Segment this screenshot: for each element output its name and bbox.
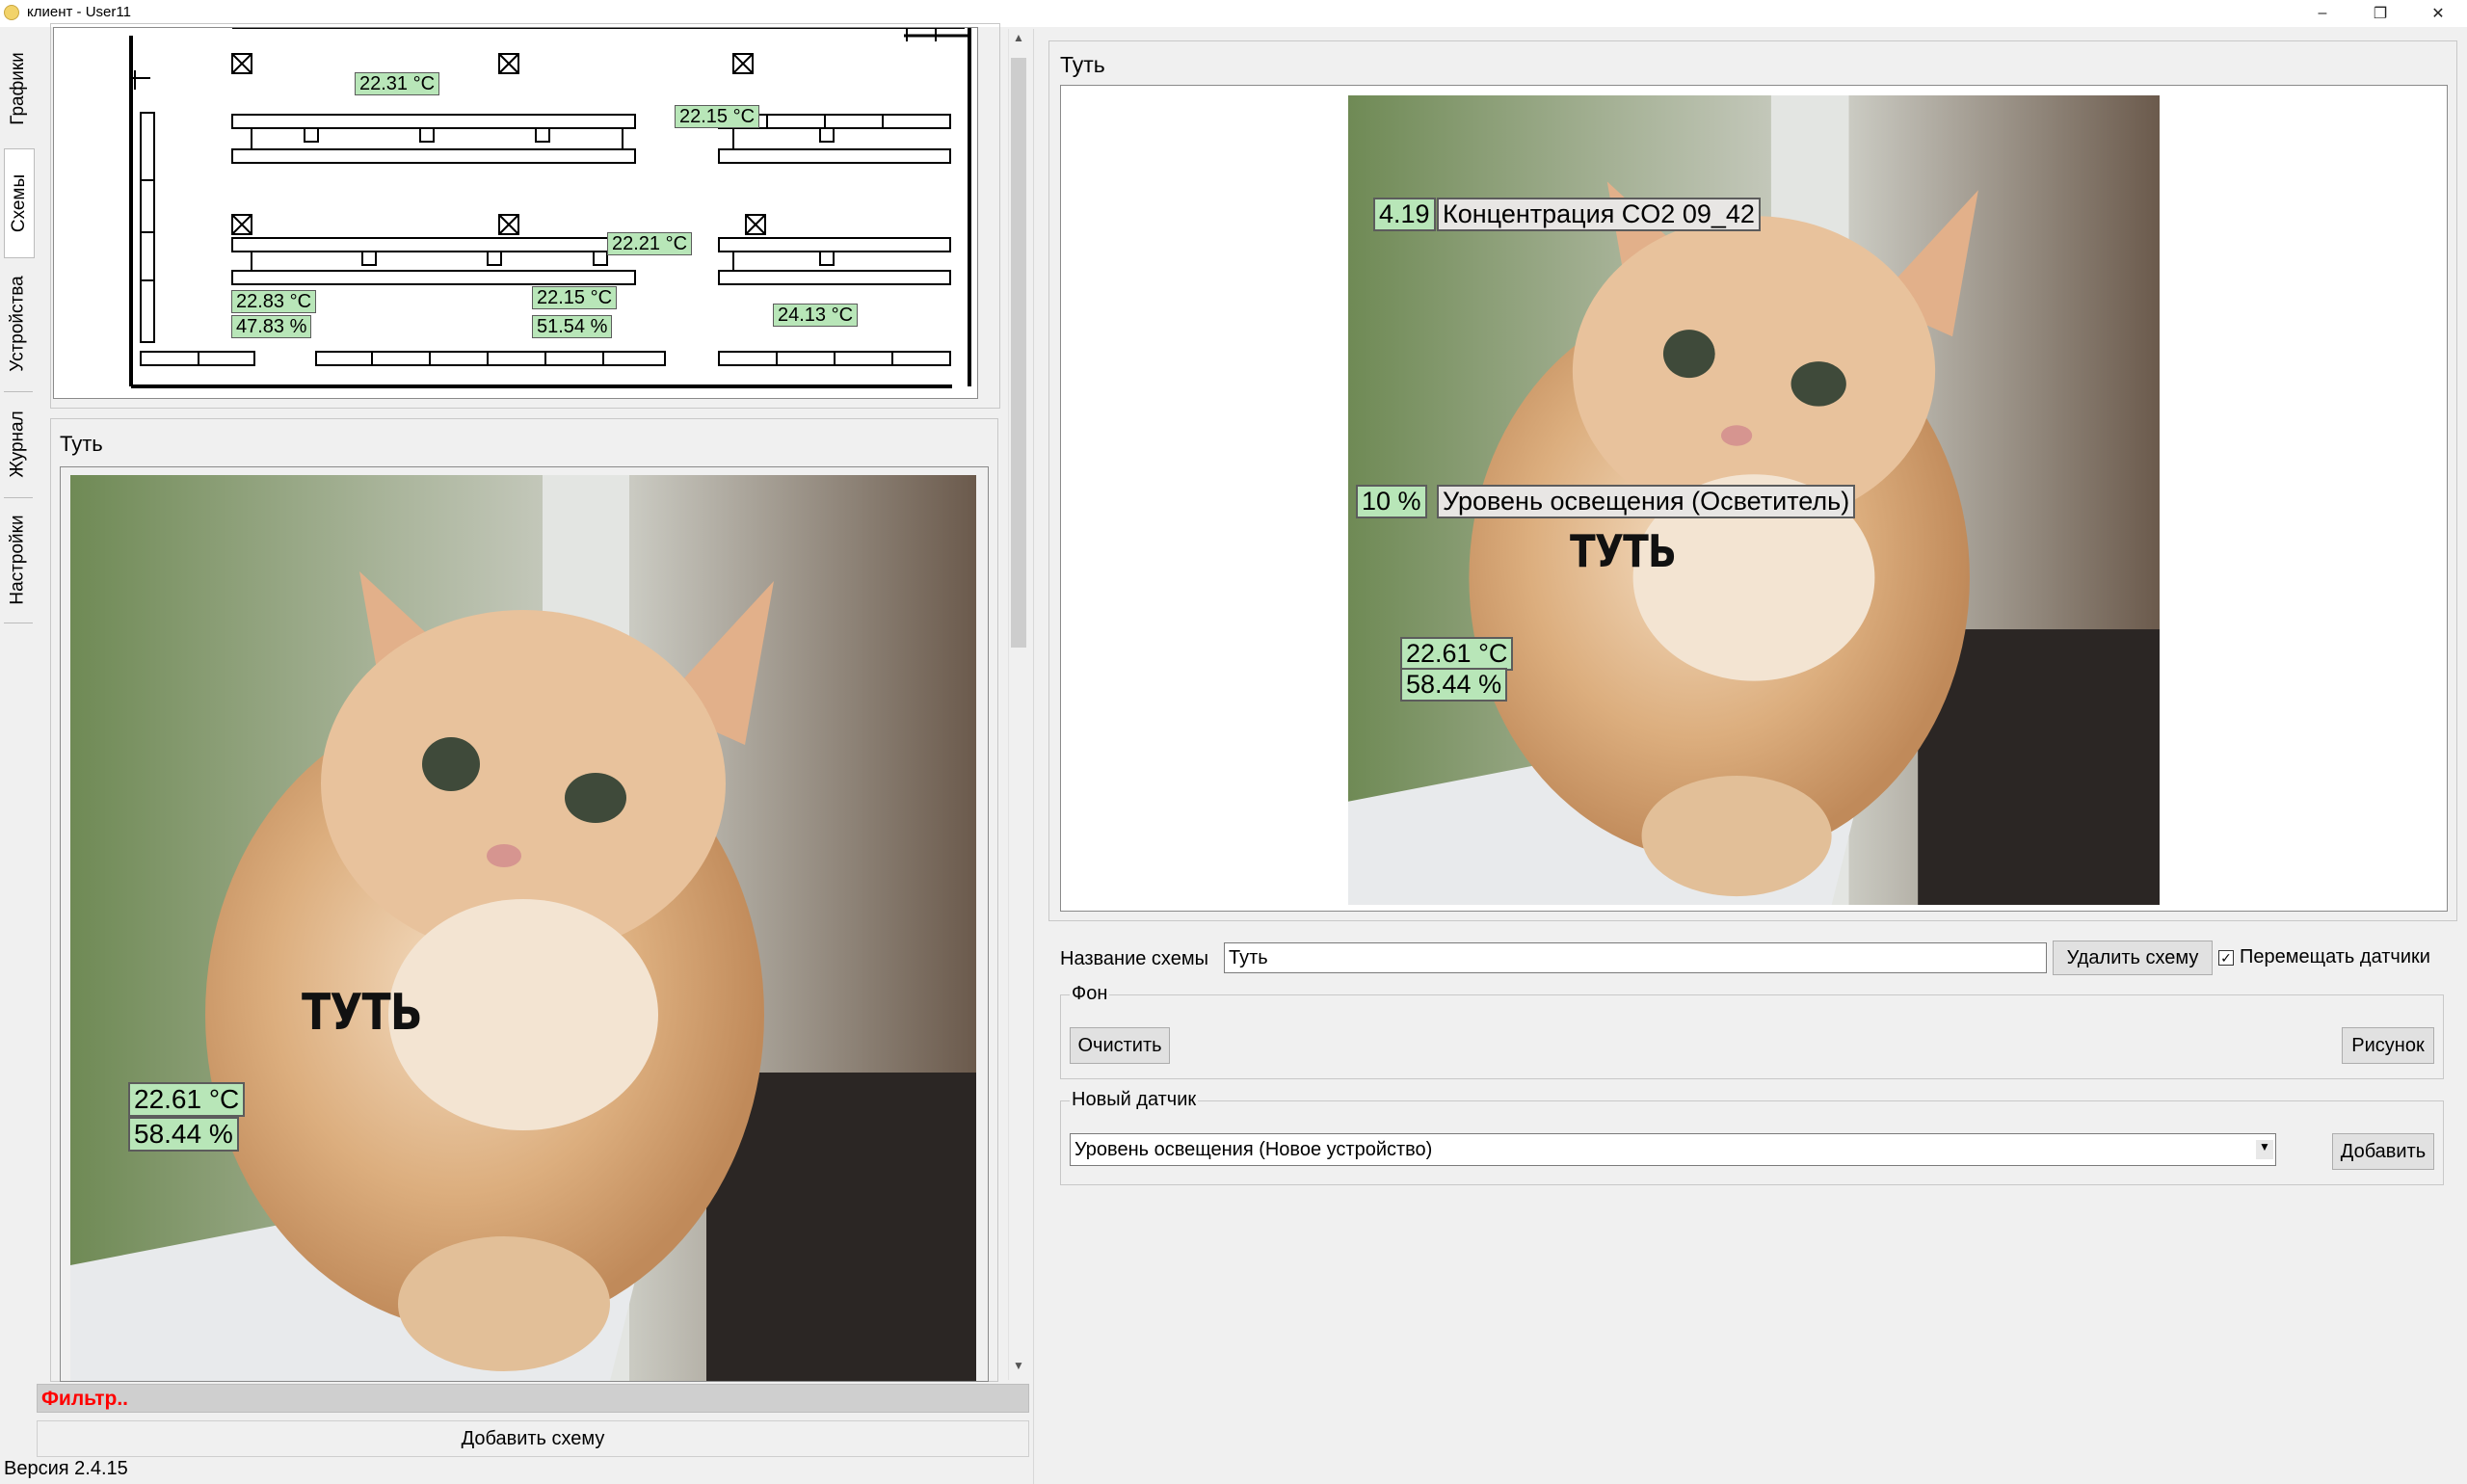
window-title: клиент - User11	[27, 4, 131, 20]
sensor-humidity[interactable]: 51.54 %	[532, 315, 613, 338]
scroll-down-arrow-icon[interactable]: ▼	[1011, 1359, 1026, 1376]
maximize-button[interactable]: ❐	[2351, 0, 2409, 27]
move-sensors-checkbox[interactable]: ✓	[2218, 950, 2234, 966]
sensor-temperature[interactable]: 22.21 °C	[607, 232, 693, 255]
editor-scheme-title: Туть	[1060, 52, 1105, 77]
sensor-co2-name[interactable]: Концентрация CO2 09_42	[1437, 198, 1761, 231]
sensor-temperature[interactable]: 22.15 °C	[675, 105, 760, 128]
tab-schemes[interactable]: Схемы	[4, 148, 35, 258]
editor-scheme-canvas[interactable]: 4.19 Концентрация CO2 09_42 10 % Уровень…	[1060, 85, 2448, 912]
scheme-name-label: Название схемы	[1060, 948, 1208, 969]
background-group-label: Фон	[1070, 983, 1110, 1005]
app-icon	[4, 5, 19, 20]
sensor-light-name[interactable]: Уровень освещения (Осветитель)	[1437, 485, 1856, 518]
floorplan-drawing	[129, 28, 971, 388]
clear-background-button[interactable]: Очистить	[1070, 1027, 1170, 1064]
floorplan-canvas[interactable]: 22.31 °C 22.15 °C 22.21 °C 22.83 °C 47.8…	[53, 27, 978, 399]
minimize-button[interactable]: –	[2294, 0, 2351, 27]
add-scheme-button[interactable]: Добавить схему	[37, 1420, 1029, 1457]
splitter[interactable]	[1033, 29, 1034, 1484]
sensor-humidity[interactable]: 58.44 %	[128, 1117, 239, 1152]
tab-journal[interactable]: Журнал	[4, 391, 33, 498]
sensor-humidity[interactable]: 58.44 %	[1400, 668, 1508, 702]
scheme-overlay-text: ТУТЬ	[1570, 525, 1677, 577]
filter-bar[interactable]: Фильтр..	[37, 1384, 1029, 1413]
sensor-temperature[interactable]: 24.13 °C	[773, 304, 859, 327]
sensor-humidity[interactable]: 47.83 %	[231, 315, 312, 338]
tab-label: Графики	[8, 52, 28, 125]
sensor-temperature[interactable]: 22.15 °C	[532, 286, 618, 309]
tab-charts[interactable]: Графики	[4, 29, 33, 149]
sensor-temperature[interactable]: 22.61 °C	[1400, 637, 1514, 671]
scheme-name-input[interactable]: Туть	[1224, 942, 2047, 973]
background-group	[1060, 994, 2444, 1079]
filter-label: Фильтр..	[41, 1388, 129, 1410]
sensor-light-value[interactable]: 10 %	[1356, 485, 1427, 518]
new-sensor-group-label: Новый датчик	[1070, 1089, 1199, 1111]
sensor-temperature[interactable]: 22.83 °C	[231, 290, 317, 313]
move-sensors-label: Перемещать датчики	[2240, 946, 2430, 967]
tab-settings[interactable]: Настройки	[4, 497, 33, 623]
chevron-down-icon[interactable]: ▼	[2256, 1140, 2273, 1159]
left-scheme-title: Туть	[60, 432, 103, 456]
choose-image-button[interactable]: Рисунок	[2342, 1027, 2434, 1064]
tab-label: Настройки	[8, 515, 29, 605]
sensor-temperature[interactable]: 22.61 °C	[128, 1082, 246, 1117]
scrollbar-thumb[interactable]	[1011, 58, 1026, 648]
sensor-select-dropdown[interactable]: Уровень освещения (Новое устройство) ▼	[1070, 1133, 2276, 1166]
sensor-co2-value[interactable]: 4.19	[1373, 198, 1436, 231]
tab-label: Схемы	[9, 173, 30, 233]
scheme-overlay-text: ТУТЬ	[302, 984, 423, 1042]
tab-label: Журнал	[8, 411, 28, 478]
tab-devices[interactable]: Устройства	[4, 256, 33, 392]
left-scheme-canvas[interactable]: ТУТЬ 22.61 °C 58.44 %	[60, 466, 989, 1382]
cat-background-image	[70, 475, 976, 1381]
sensor-temperature[interactable]: 22.31 °C	[355, 72, 440, 95]
delete-scheme-button[interactable]: Удалить схему	[2053, 941, 2213, 975]
sensor-select-value: Уровень освещения (Новое устройство)	[1074, 1138, 1433, 1160]
tab-label: Устройства	[8, 276, 28, 372]
vertical-tab-strip: Графики Схемы Устройства Журнал Настройк…	[0, 29, 37, 1484]
scroll-up-arrow-icon[interactable]: ▲	[1011, 31, 1026, 48]
add-sensor-button[interactable]: Добавить	[2332, 1133, 2434, 1170]
close-button[interactable]: ✕	[2409, 0, 2467, 27]
version-label: Версия 2.4.15	[4, 1458, 128, 1479]
